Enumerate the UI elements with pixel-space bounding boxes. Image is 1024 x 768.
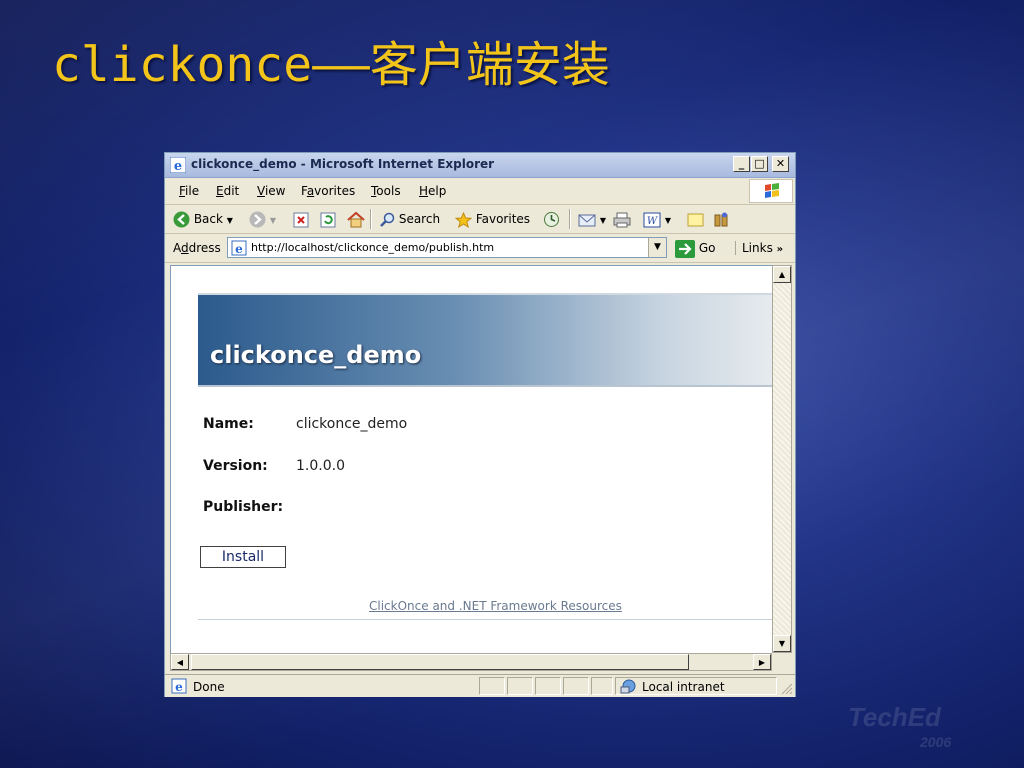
refresh-button[interactable] bbox=[320, 210, 336, 228]
print-icon bbox=[613, 212, 631, 227]
close-button[interactable]: ✕ bbox=[772, 156, 789, 172]
horizontal-scroll-thumb[interactable] bbox=[191, 654, 689, 670]
mail-dropdown-icon[interactable]: ▼ bbox=[600, 216, 606, 225]
messenger-icon bbox=[714, 212, 728, 226]
scroll-right-icon[interactable]: ▶ bbox=[753, 654, 771, 670]
local-intranet-icon bbox=[620, 679, 636, 694]
footer-divider bbox=[198, 619, 773, 620]
menu-file[interactable]: File bbox=[179, 184, 199, 198]
search-button[interactable]: Search bbox=[379, 210, 440, 228]
forward-arrow-icon bbox=[249, 211, 266, 228]
status-pane bbox=[591, 677, 613, 695]
edit-dropdown-icon[interactable]: ▼ bbox=[665, 216, 671, 225]
windows-flag-box bbox=[749, 179, 793, 203]
status-pane bbox=[535, 677, 561, 695]
minimize-button[interactable]: _ bbox=[733, 156, 750, 172]
status-pane bbox=[563, 677, 589, 695]
svg-text:e: e bbox=[174, 159, 182, 173]
standard-toolbar: Back ▼ ▼ Search Favorites ▼ W ▼ bbox=[165, 205, 795, 234]
favorites-star-icon bbox=[454, 211, 473, 228]
stop-button[interactable] bbox=[293, 210, 309, 228]
version-label: Version: bbox=[203, 458, 268, 474]
horizontal-scrollbar[interactable]: ◀ ▶ bbox=[170, 653, 772, 671]
favorites-button[interactable]: Favorites bbox=[454, 210, 530, 228]
ie-logo-icon: e bbox=[170, 157, 186, 173]
svg-text:W: W bbox=[647, 216, 658, 227]
toolbar-separator bbox=[370, 209, 372, 229]
status-bar: e Done Local intranet bbox=[165, 674, 795, 697]
svg-text:e: e bbox=[175, 680, 183, 694]
word-edit-icon: W bbox=[643, 212, 661, 227]
version-value: 1.0.0.0 bbox=[296, 458, 345, 474]
stop-icon bbox=[293, 212, 309, 227]
discuss-button[interactable] bbox=[687, 210, 705, 228]
menu-help[interactable]: Help bbox=[419, 184, 446, 198]
address-label: Address bbox=[173, 241, 221, 255]
home-icon bbox=[347, 211, 365, 228]
scroll-up-icon[interactable]: ▲ bbox=[773, 266, 791, 283]
home-button[interactable] bbox=[347, 210, 365, 228]
watermark-year: 2006 bbox=[920, 734, 952, 750]
name-value: clickonce_demo bbox=[296, 416, 408, 432]
event-watermark: TechEd 2006 bbox=[848, 688, 1018, 758]
name-label: Name: bbox=[203, 416, 254, 432]
page-ie-icon: e bbox=[231, 240, 247, 256]
svg-text:e: e bbox=[235, 242, 243, 256]
mail-icon bbox=[578, 214, 596, 226]
banner-title: clickonce_demo bbox=[210, 341, 422, 369]
vertical-scrollbar[interactable]: ▲ ▼ bbox=[772, 265, 792, 653]
status-pane bbox=[479, 677, 505, 695]
maximize-button[interactable]: □ bbox=[751, 156, 768, 172]
back-dropdown-icon[interactable]: ▼ bbox=[227, 216, 233, 225]
resize-grip-icon[interactable] bbox=[781, 683, 793, 695]
go-button[interactable]: Go bbox=[675, 239, 715, 258]
title-bar[interactable]: e clickonce_demo - Microsoft Internet Ex… bbox=[165, 153, 795, 178]
ie-window: e clickonce_demo - Microsoft Internet Ex… bbox=[164, 152, 796, 697]
scroll-down-icon[interactable]: ▼ bbox=[773, 635, 791, 652]
go-arrow-icon bbox=[675, 239, 695, 258]
history-icon bbox=[544, 212, 559, 227]
menu-tools[interactable]: Tools bbox=[371, 184, 401, 198]
address-bar: Address e http://localhost/clickonce_dem… bbox=[165, 234, 795, 263]
mail-button[interactable]: ▼ bbox=[578, 210, 606, 228]
slide-title: clickonce——客户端安装 bbox=[52, 37, 610, 93]
back-button[interactable]: Back ▼ bbox=[173, 210, 233, 228]
forward-dropdown-icon[interactable]: ▼ bbox=[270, 216, 276, 225]
back-arrow-icon bbox=[173, 211, 190, 228]
menu-favorites[interactable]: Favorites bbox=[301, 184, 355, 198]
publisher-label: Publisher: bbox=[203, 499, 284, 515]
banner-divider bbox=[198, 385, 773, 387]
page-banner: clickonce_demo bbox=[198, 293, 773, 387]
zone-text: Local intranet bbox=[642, 680, 725, 694]
address-url: http://localhost/clickonce_demo/publish.… bbox=[251, 241, 495, 254]
refresh-icon bbox=[320, 212, 336, 227]
forward-button[interactable]: ▼ bbox=[249, 210, 276, 228]
page-viewport: clickonce_demo Name: clickonce_demo Vers… bbox=[170, 265, 773, 654]
edit-button[interactable]: W ▼ bbox=[643, 210, 671, 228]
address-input[interactable]: e http://localhost/clickonce_demo/publis… bbox=[227, 237, 667, 258]
install-button[interactable]: Install bbox=[200, 546, 286, 568]
scroll-left-icon[interactable]: ◀ bbox=[171, 654, 189, 670]
search-icon bbox=[380, 212, 395, 227]
status-pane bbox=[507, 677, 533, 695]
status-text: Done bbox=[193, 680, 225, 694]
watermark-logo: TechEd bbox=[848, 702, 941, 732]
links-button[interactable]: Links » bbox=[735, 241, 783, 255]
toolbar-separator bbox=[569, 209, 571, 229]
menu-bar: File Edit View Favorites Tools Help bbox=[165, 178, 795, 205]
windows-flag-icon bbox=[765, 183, 779, 198]
discuss-icon bbox=[687, 213, 704, 226]
address-dropdown-icon[interactable]: ▼ bbox=[648, 238, 666, 257]
page-done-icon: e bbox=[171, 678, 187, 694]
links-chevron-icon: » bbox=[776, 244, 784, 255]
menu-view[interactable]: View bbox=[257, 184, 285, 198]
print-button[interactable] bbox=[613, 210, 631, 228]
security-zone[interactable]: Local intranet bbox=[615, 677, 777, 695]
scrollbar-corner bbox=[772, 653, 792, 671]
messenger-button[interactable] bbox=[713, 210, 731, 228]
window-title: clickonce_demo - Microsoft Internet Expl… bbox=[191, 157, 495, 171]
history-button[interactable] bbox=[543, 210, 560, 228]
menu-edit[interactable]: Edit bbox=[216, 184, 239, 198]
resources-link[interactable]: ClickOnce and .NET Framework Resources bbox=[369, 599, 622, 613]
